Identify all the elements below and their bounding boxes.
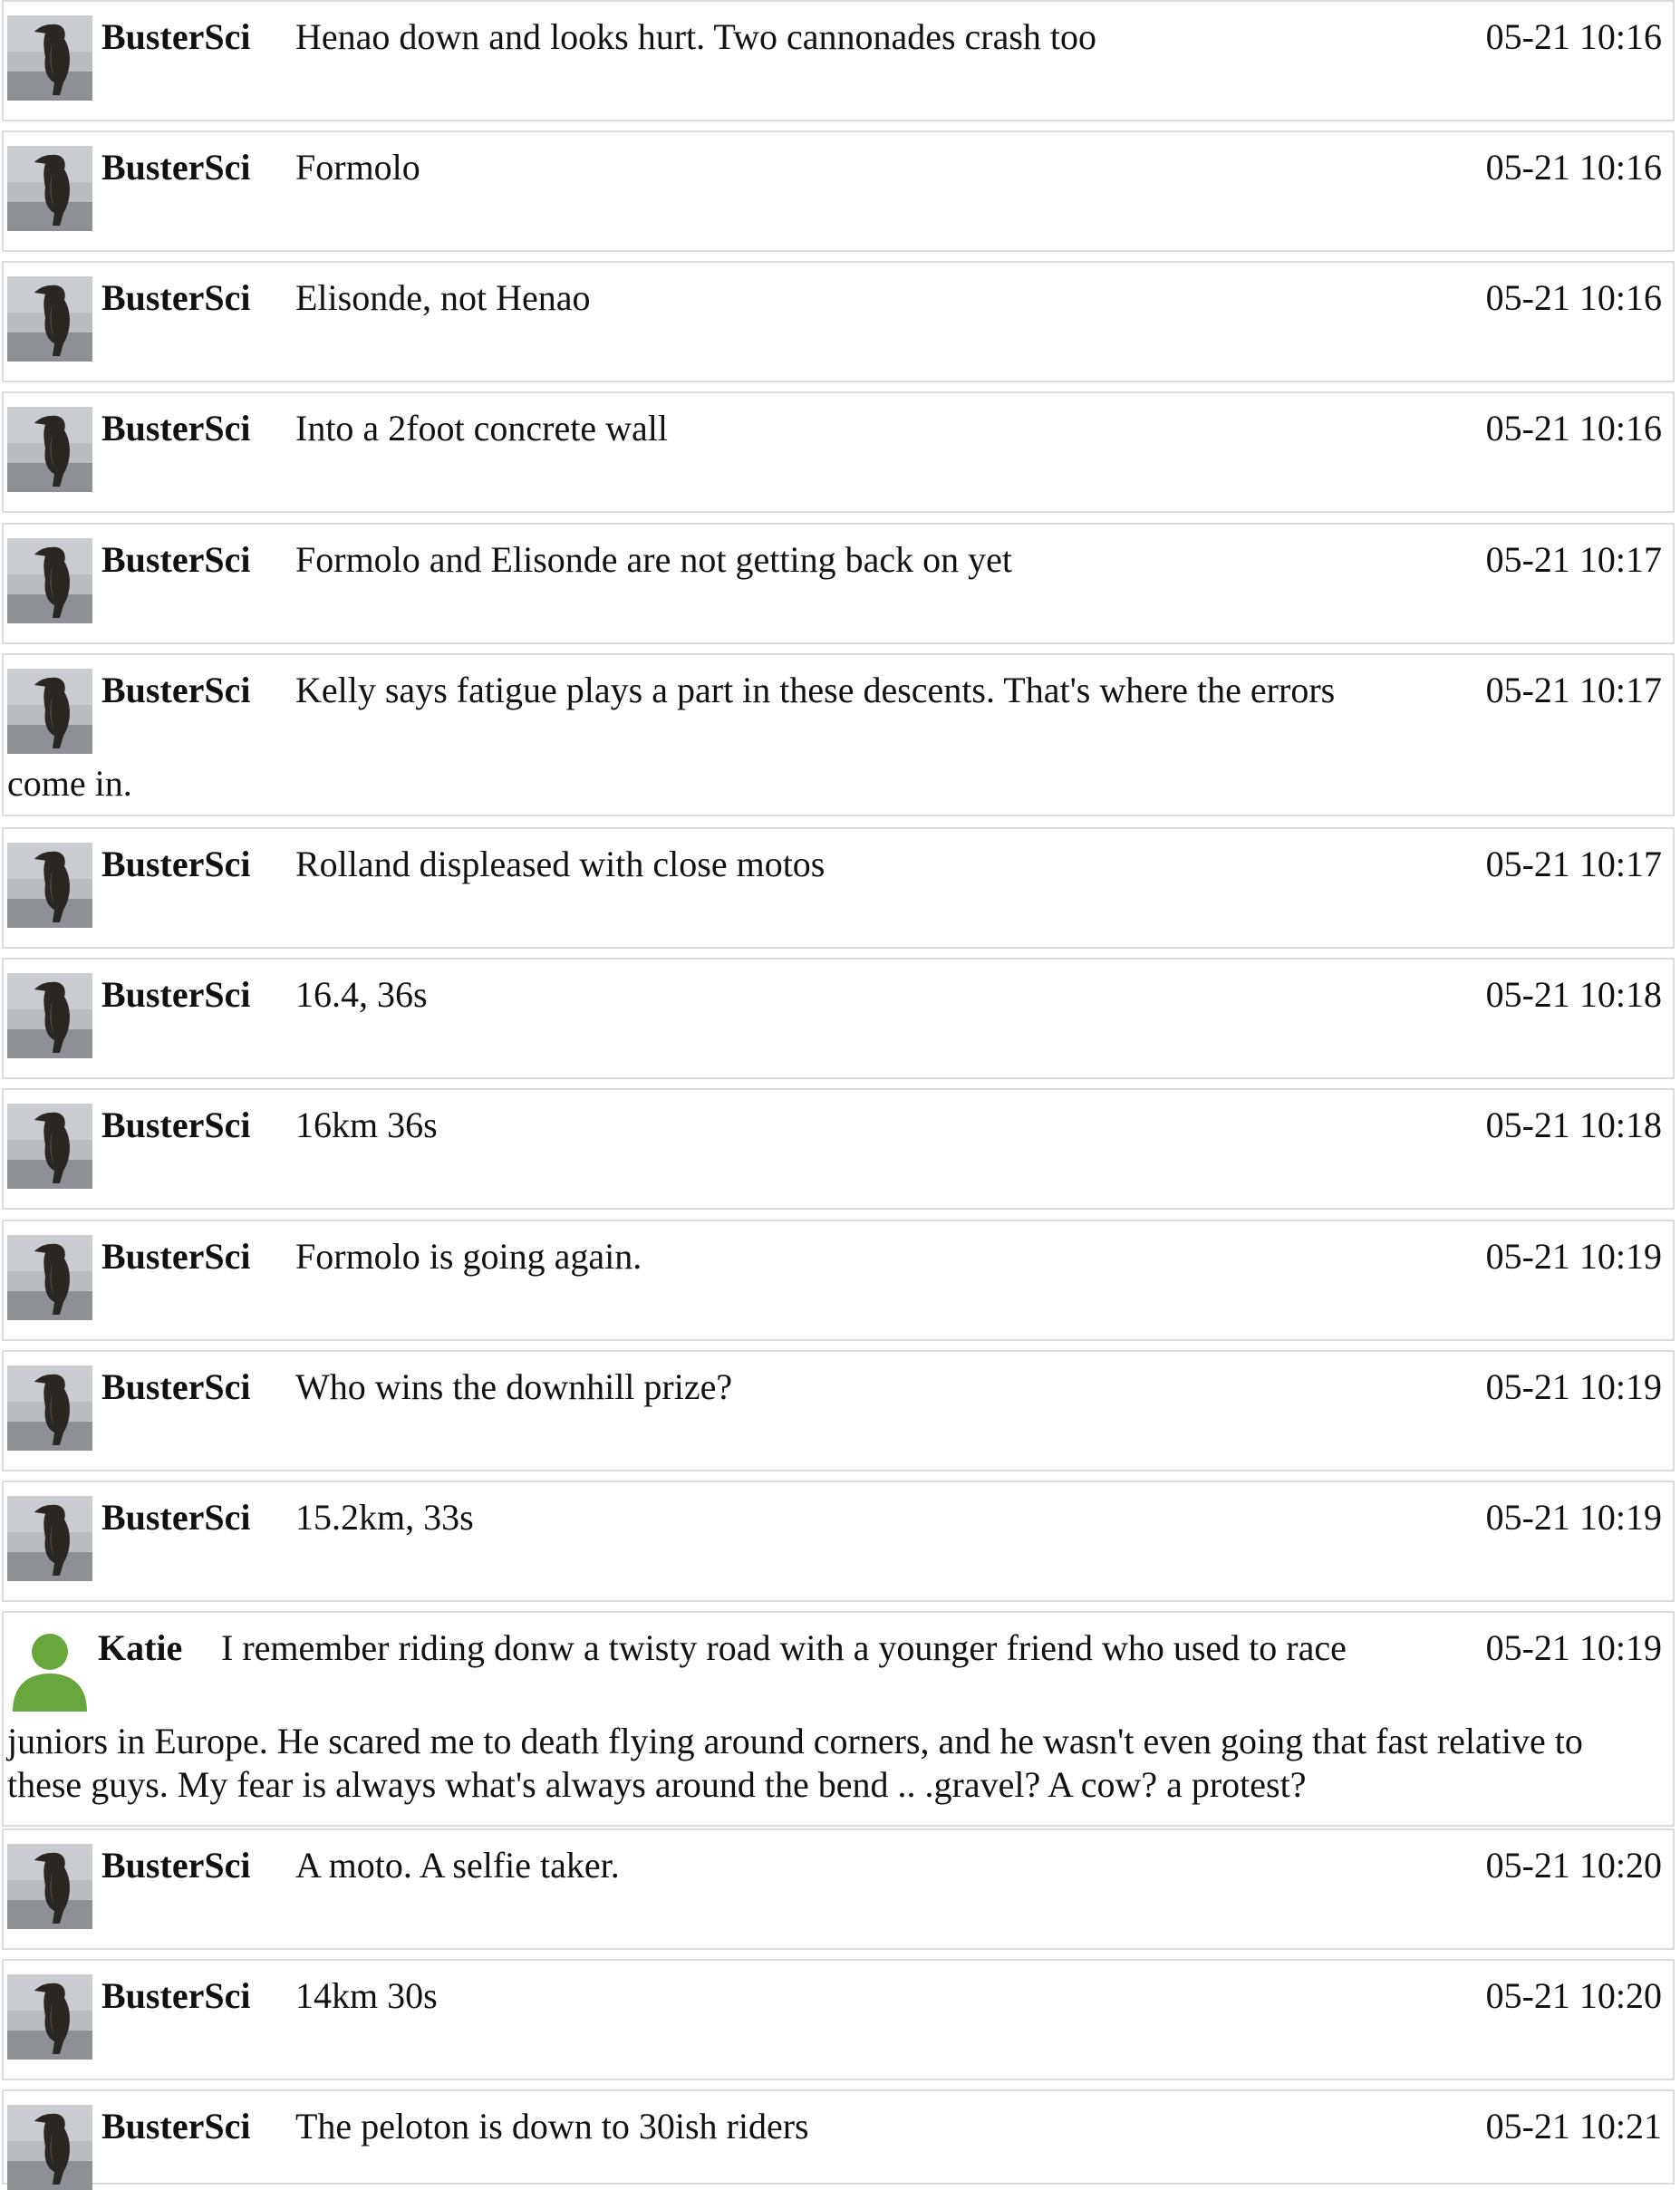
chat-message: BusterSci Elisonde, not Henao 05-21 10:16 [2, 261, 1675, 382]
message-timestamp: 05-21 10:21 [1485, 2106, 1662, 2147]
message-text: Elisonde, not Henao [295, 277, 591, 318]
message-text: Kelly says fatigue plays a part in these… [295, 670, 1336, 710]
chat-message: Katie I remember riding donw a twisty roa… [2, 1611, 1675, 1827]
penguin-avatar[interactable] [7, 538, 92, 623]
message-timestamp: 05-21 10:19 [1485, 1627, 1662, 1668]
message-timestamp: 05-21 10:17 [1485, 844, 1662, 884]
message-timestamp: 05-21 10:18 [1485, 1105, 1662, 1145]
message-username[interactable]: BusterSci [101, 147, 250, 188]
chat-message: BusterSci Rolland displeased with close m… [2, 827, 1675, 949]
message-username[interactable]: BusterSci [101, 2106, 250, 2147]
message-text: A moto. A selfie taker. [295, 1845, 620, 1886]
message-timestamp: 05-21 10:19 [1485, 1236, 1662, 1277]
message-text: I remember riding donw a twisty road wit… [221, 1627, 1347, 1668]
message-text: 15.2km, 33s [295, 1497, 474, 1538]
message-text: 16.4, 36s [295, 974, 428, 1015]
message-username[interactable]: BusterSci [101, 1105, 250, 1146]
penguin-avatar[interactable] [7, 669, 92, 754]
chat-message: BusterSci 16.4, 36s 05-21 10:18 [2, 958, 1675, 1079]
penguin-avatar[interactable] [7, 407, 92, 492]
chat-message: BusterSci 14km 30s 05-21 10:20 [2, 1959, 1675, 2080]
chat-message: BusterSci Formolo and Elisonde are not ge… [2, 523, 1675, 644]
message-username[interactable]: BusterSci [101, 974, 250, 1016]
message-username[interactable]: BusterSci [101, 670, 250, 711]
chat-message: BusterSci Who wins the downhill prize? 05-… [2, 1350, 1675, 1471]
penguin-avatar[interactable] [7, 1365, 92, 1451]
penguin-avatar[interactable] [7, 146, 92, 231]
message-text: Formolo and Elisonde are not getting bac… [295, 539, 1012, 580]
message-username[interactable]: BusterSci [101, 277, 250, 319]
penguin-avatar[interactable] [7, 1104, 92, 1189]
message-username[interactable]: BusterSci [101, 1366, 250, 1408]
message-text: Formolo is going again. [295, 1236, 642, 1277]
message-timestamp: 05-21 10:16 [1485, 147, 1662, 188]
message-username[interactable]: BusterSci [101, 1236, 250, 1278]
chat-message: BusterSci Into a 2foot concrete wall 05-21… [2, 391, 1675, 513]
message-timestamp: 05-21 10:18 [1485, 974, 1662, 1015]
message-text: Formolo [295, 147, 420, 188]
message-timestamp: 05-21 10:20 [1485, 1845, 1662, 1886]
penguin-avatar[interactable] [7, 843, 92, 928]
message-text: Rolland displeased with close motos [295, 844, 826, 884]
chat-message: BusterSci Formolo 05-21 10:16 [2, 130, 1675, 252]
message-text-continuation: juniors in Europe. He scared me to death… [7, 1721, 1583, 1805]
penguin-avatar[interactable] [7, 1974, 92, 2060]
message-timestamp: 05-21 10:17 [1485, 670, 1662, 710]
message-timestamp: 05-21 10:16 [1485, 277, 1662, 318]
penguin-avatar[interactable] [7, 973, 92, 1058]
chat-message: BusterSci Henao down and looks hurt. Two … [2, 0, 1675, 121]
message-username[interactable]: BusterSci [101, 1975, 250, 2017]
message-username[interactable]: BusterSci [101, 1845, 250, 1886]
chat-message: BusterSci A moto. A selfie taker. 05-21 10… [2, 1828, 1675, 1950]
message-timestamp: 05-21 10:17 [1485, 539, 1662, 580]
message-username[interactable]: BusterSci [101, 408, 250, 449]
message-text: 16km 36s [295, 1105, 438, 1145]
message-username[interactable]: BusterSci [101, 539, 250, 581]
message-text: Into a 2foot concrete wall [295, 408, 668, 449]
message-timestamp: 05-21 10:16 [1485, 408, 1662, 449]
message-timestamp: 05-21 10:19 [1485, 1497, 1662, 1538]
chat-message: BusterSci The peloton is down to 30ish ri… [2, 2089, 1675, 2190]
message-text: The peloton is down to 30ish riders [295, 2106, 809, 2147]
message-username[interactable]: BusterSci [101, 844, 250, 885]
penguin-avatar[interactable] [7, 276, 92, 362]
message-text: Henao down and looks hurt. Two cannonade… [295, 16, 1097, 57]
message-username[interactable]: Katie [98, 1627, 182, 1669]
penguin-avatar[interactable] [7, 1496, 92, 1581]
chat-message: BusterSci Formolo is going again. 05-21 10… [2, 1220, 1675, 1341]
chat-message: BusterSci 15.2km, 33s 05-21 10:19 [2, 1481, 1675, 1602]
message-text: 14km 30s [295, 1975, 438, 2016]
penguin-avatar[interactable] [7, 15, 92, 101]
default-user-avatar[interactable] [7, 1626, 92, 1712]
chat-message: BusterSci 16km 36s 05-21 10:18 [2, 1088, 1675, 1210]
message-text: Who wins the downhill prize? [295, 1366, 733, 1407]
message-username[interactable]: BusterSci [101, 16, 250, 58]
message-timestamp: 05-21 10:16 [1485, 16, 1662, 57]
chat-message: BusterSci Kelly says fatigue plays a part… [2, 653, 1675, 816]
message-username[interactable]: BusterSci [101, 1497, 250, 1539]
penguin-avatar[interactable] [7, 1235, 92, 1320]
message-text-continuation: come in. [7, 763, 132, 804]
penguin-avatar[interactable] [7, 1844, 92, 1929]
penguin-avatar[interactable] [7, 2105, 92, 2190]
message-timestamp: 05-21 10:20 [1485, 1975, 1662, 2016]
message-timestamp: 05-21 10:19 [1485, 1366, 1662, 1407]
